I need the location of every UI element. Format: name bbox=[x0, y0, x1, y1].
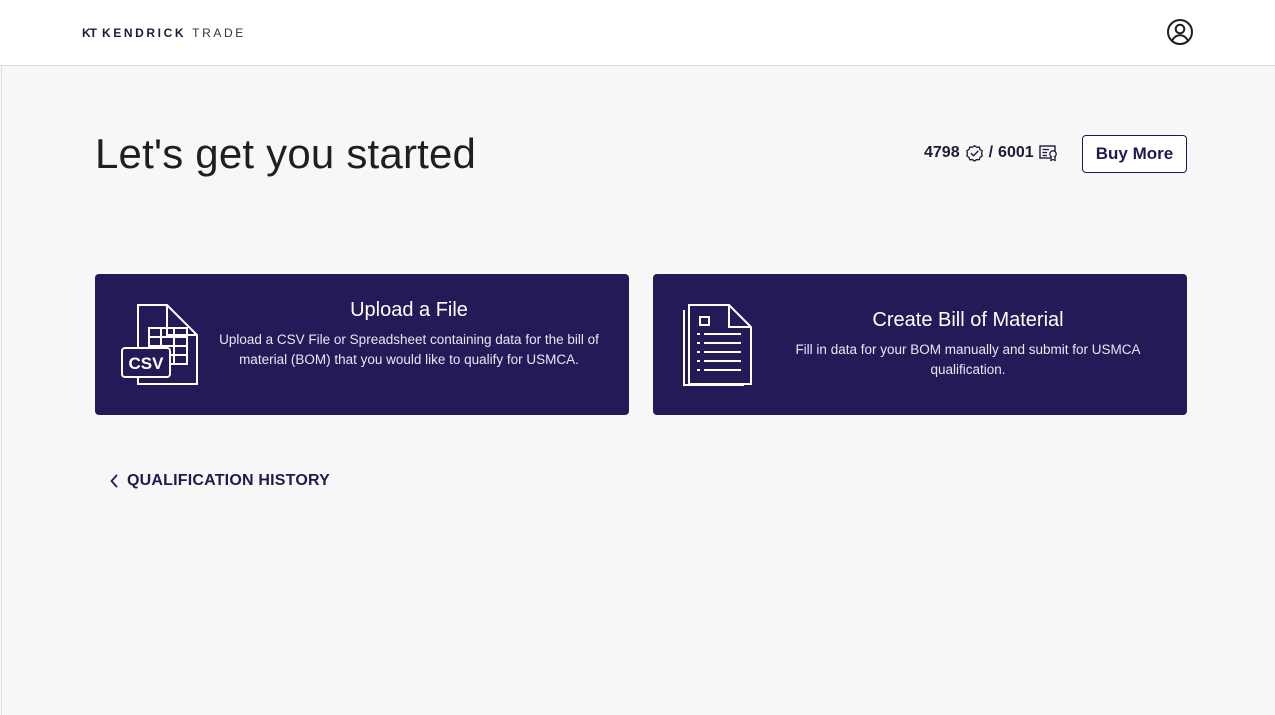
upload-card-description: Upload a CSV File or Spreadsheet contain… bbox=[219, 332, 599, 367]
account-button[interactable] bbox=[1166, 18, 1194, 46]
qualification-history-link[interactable]: QUALIFICATION HISTORY bbox=[110, 471, 330, 491]
logo[interactable]: KT KENDRICK TRADE bbox=[82, 25, 246, 41]
qualification-history-label: QUALIFICATION HISTORY bbox=[127, 472, 331, 489]
bom-card-text: Create Bill of Material Fill in data for… bbox=[773, 309, 1163, 380]
csv-icon-label: CSV bbox=[129, 354, 165, 373]
bom-card-description: Fill in data for your BOM manually and s… bbox=[795, 342, 1141, 377]
credits-separator: / bbox=[988, 144, 994, 161]
document-list-icon bbox=[683, 304, 752, 386]
page-title: Let's get you started bbox=[95, 130, 477, 177]
top-bar: KT KENDRICK TRADE bbox=[0, 0, 1275, 66]
buy-more-button[interactable]: Buy More bbox=[1082, 135, 1187, 173]
chevron-left-icon bbox=[110, 474, 118, 488]
credits-total: 6001 bbox=[998, 144, 1034, 161]
csv-file-icon: CSV bbox=[121, 304, 198, 385]
verified-badge-icon bbox=[965, 144, 983, 162]
certificate-icon bbox=[1038, 145, 1057, 162]
upload-file-card[interactable]: CSV Upload a File Upload a CSV File or S… bbox=[95, 274, 629, 415]
bom-card-title: Create Bill of Material bbox=[872, 309, 1064, 331]
user-circle-icon bbox=[1167, 19, 1193, 45]
upload-card-text: Upload a File Upload a CSV File or Sprea… bbox=[215, 299, 603, 370]
logo-sub: TRADE bbox=[192, 26, 246, 40]
credits-counter: 4798 / 6001 bbox=[924, 141, 1059, 165]
logo-name: KENDRICK bbox=[102, 26, 187, 40]
credits-used: 4798 bbox=[924, 144, 960, 161]
logo-mark: KT bbox=[82, 26, 97, 40]
upload-card-title: Upload a File bbox=[350, 299, 468, 321]
create-bom-card[interactable]: Create Bill of Material Fill in data for… bbox=[653, 274, 1187, 415]
